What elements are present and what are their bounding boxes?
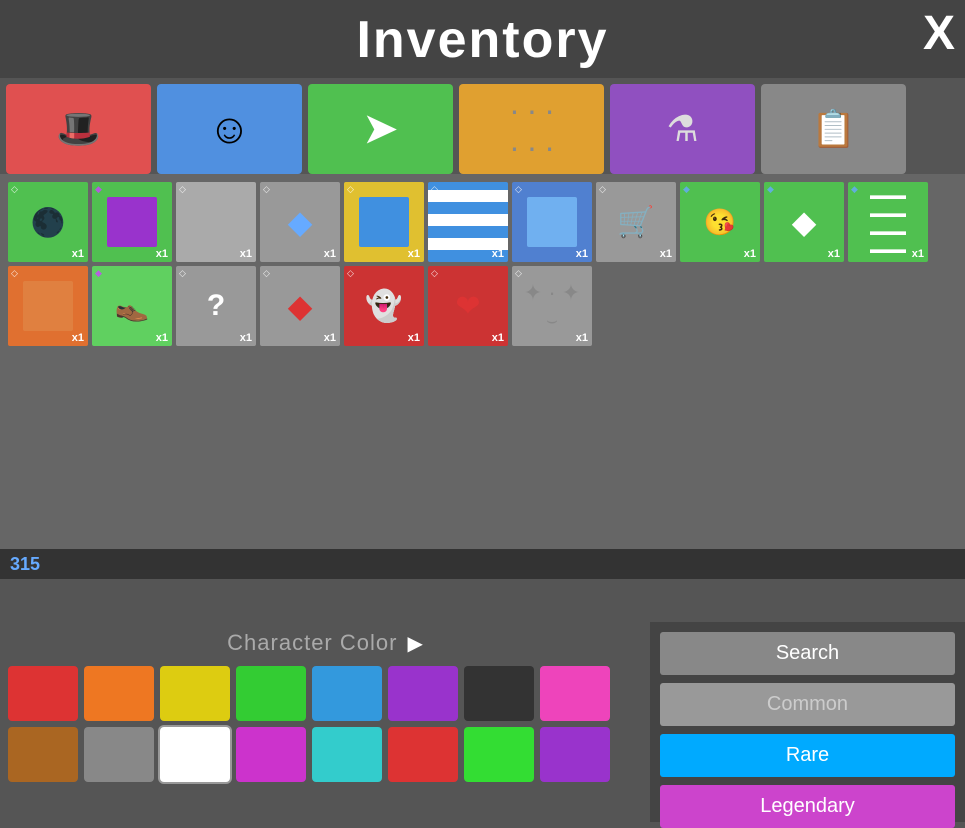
color-red[interactable] [8,666,78,721]
empty-inventory-space [0,354,965,549]
color-orange[interactable] [84,666,154,721]
item-heart[interactable]: ◇ ❤ x1 [428,266,508,346]
color-violet[interactable] [540,727,610,782]
color-purple[interactable] [388,666,458,721]
search-section: Search Common Rare Legendary [650,622,965,822]
item-purple-square[interactable]: ◆ x1 [92,182,172,262]
item-stripes[interactable]: ◇ x1 [428,182,508,262]
header: Inventory X [0,0,965,78]
color-green[interactable] [236,666,306,721]
item-seeds[interactable]: ◇ 🌑 x1 [8,182,88,262]
color-section: Character Color ▶ [0,622,650,822]
play-button[interactable]: ▶ [407,631,422,656]
item-red-gem[interactable]: ◇ ◆ x1 [260,266,340,346]
bottom-bar-text: 315 [10,554,40,575]
item-face[interactable]: ◆ 😘 x1 [680,182,760,262]
tab-hat[interactable]: 🎩 [6,84,151,174]
inventory-area: ◇ 🌑 x1 ◆ x1 ◇ x1 ◇ ◆ x1 ◇ x1 ◇ x1 ◇ [0,174,965,354]
inventory-row-2: ◇ x1 ◆ 👞 x1 ◇ ? x1 ◇ ◆ x1 ◇ 👻 x1 ◇ ❤ x1 [8,266,957,346]
color-brown[interactable] [8,727,78,782]
color-white[interactable] [160,727,230,782]
color-blue[interactable] [312,666,382,721]
item-white-diamond[interactable]: ◆ ◆ x1 [764,182,844,262]
item-boot[interactable]: ◆ 👞 x1 [92,266,172,346]
tab-empty[interactable]: 📋 [761,84,906,174]
search-button[interactable]: Search [660,632,955,675]
color-section-label: Character Color [227,630,397,656]
filter-rare-button[interactable]: Rare [660,734,955,777]
color-pink[interactable] [540,666,610,721]
tab-lab[interactable]: ⚗ [610,84,755,174]
item-ghost[interactable]: ◇ 👻 x1 [344,266,424,346]
color-lime[interactable] [464,727,534,782]
inventory-row-1: ◇ 🌑 x1 ◆ x1 ◇ x1 ◇ ◆ x1 ◇ x1 ◇ x1 ◇ [8,182,957,262]
color-cyan[interactable] [312,727,382,782]
bottom-section: Character Color ▶ [0,622,965,822]
item-blue-square[interactable]: ◇ x1 [344,182,424,262]
item-question[interactable]: ◇ ? x1 [176,266,256,346]
filter-common-button[interactable]: Common [660,683,955,726]
tab-pants[interactable]: · · ·· · · [459,84,604,174]
color-label-row: Character Color ▶ [8,630,642,656]
item-list[interactable]: ◆ ▬▬▬▬▬▬▬▬▬▬▬▬ x1 [848,182,928,262]
color-crimson[interactable] [388,727,458,782]
category-tabs: 🎩 ☺ ➤ · · ·· · · ⚗ 📋 [0,78,965,174]
color-black[interactable] [464,666,534,721]
bottom-bar: 315 [0,549,965,579]
item-checkerboard[interactable]: ◇ x1 [176,182,256,262]
color-grid [8,666,642,782]
item-cart[interactable]: ◇ 🛒 x1 [596,182,676,262]
color-magenta[interactable] [236,727,306,782]
color-gray[interactable] [84,727,154,782]
item-light-blue-square[interactable]: ◇ x1 [512,182,592,262]
tab-shirt[interactable]: ➤ [308,84,453,174]
item-sparkle-smile[interactable]: ◇ ✦ · ✦⌣ x1 [512,266,592,346]
item-diamond[interactable]: ◇ ◆ x1 [260,182,340,262]
color-row-2 [8,727,642,782]
color-yellow[interactable] [160,666,230,721]
item-orange-square[interactable]: ◇ x1 [8,266,88,346]
tab-face[interactable]: ☺ [157,84,302,174]
color-row-1 [8,666,642,721]
page-title: Inventory [0,10,965,70]
close-button[interactable]: X [923,10,955,58]
